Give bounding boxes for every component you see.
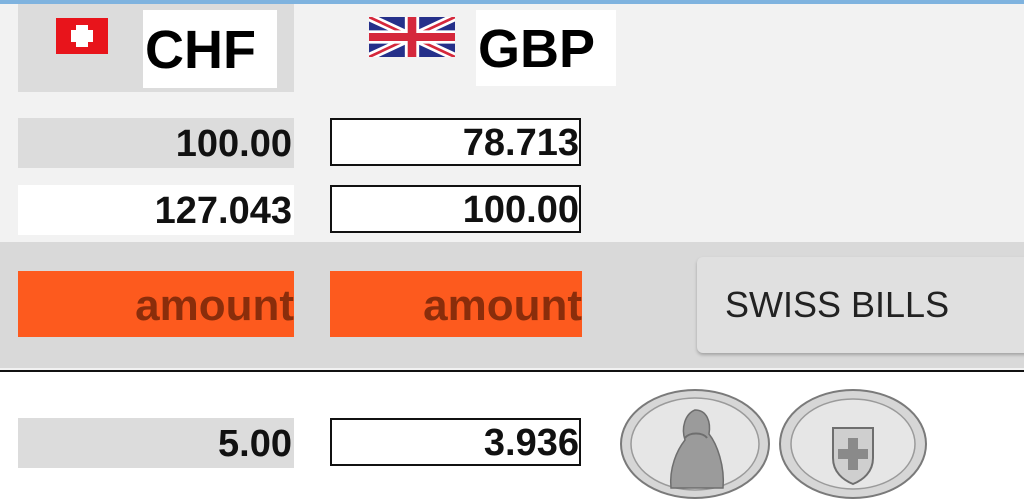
gbp-input-row-2[interactable]: 100.00	[330, 185, 581, 233]
gbp-currency-code: GBP	[476, 10, 616, 86]
coin-front-icon[interactable]	[619, 388, 771, 500]
swiss-bills-button[interactable]: SWISS BILLS	[697, 257, 1024, 353]
uk-flag-icon	[369, 17, 455, 57]
amount-button-chf[interactable]: amount	[18, 271, 294, 337]
chf-value-row-2: 127.043	[18, 185, 294, 235]
coin-gbp-input[interactable]: 3.936	[330, 418, 581, 466]
chf-value-row-1: 100.00	[18, 118, 294, 168]
coin-back-icon[interactable]	[778, 388, 928, 500]
chf-currency-code: CHF	[143, 10, 277, 88]
swiss-flag-icon	[56, 18, 108, 54]
coin-chf-value: 5.00	[18, 418, 294, 468]
gbp-input-row-1[interactable]: 78.713	[330, 118, 581, 166]
amount-button-gbp[interactable]: amount	[330, 271, 582, 337]
